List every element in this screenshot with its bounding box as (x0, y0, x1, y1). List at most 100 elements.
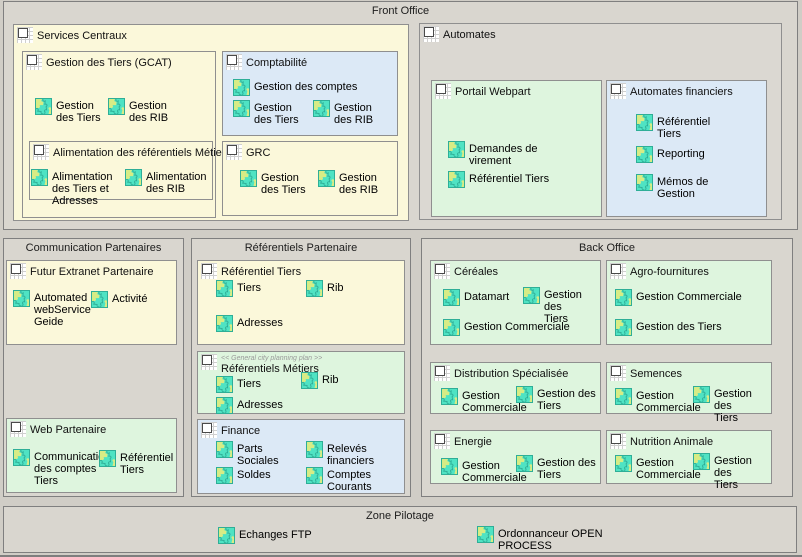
module-gestion-des-rib[interactable]: Gestion des RIB (318, 170, 378, 196)
package-grid-icon (201, 263, 217, 279)
box-title: Nutrition Animale (630, 433, 713, 448)
module-reporting[interactable]: Reporting (636, 146, 705, 163)
box-cereales[interactable]: Céréales Datamart Gestion des Tiers Gest… (430, 260, 601, 345)
puzzle-icon (443, 289, 460, 306)
box-alimentation-referentiels-metier[interactable]: Alimentation des référentiels Métier Ali… (29, 141, 213, 200)
module-comptes-courants[interactable]: Comptes Courants (306, 467, 372, 493)
module-referentiel-tiers[interactable]: Référentiel Tiers (99, 450, 173, 476)
box-services-centraux[interactable]: Services Centraux Gestion des Tiers (GCA… (13, 24, 409, 221)
package-grid-icon (33, 144, 49, 160)
box-portail-webpart[interactable]: Portail Webpart Demandes de virement Réf… (431, 80, 602, 217)
module-gestion-commerciale[interactable]: Gestion Commerciale (441, 458, 527, 484)
box-energie[interactable]: Energie Gestion Commerciale Gestion des … (430, 430, 601, 484)
puzzle-icon (477, 526, 494, 543)
module-releves-financiers[interactable]: Relevés financiers (306, 441, 374, 467)
group-back-office[interactable]: Back Office Céréales Datamart Gestion de… (421, 238, 793, 497)
module-rib[interactable]: Rib (301, 372, 339, 389)
module-adresses[interactable]: Adresses (216, 315, 283, 332)
module-gestion-des-tiers[interactable]: Gestion des Tiers (35, 98, 101, 124)
module-gestion-des-tiers[interactable]: Gestion des Tiers (233, 100, 299, 126)
box-finance[interactable]: Finance Parts Sociales Relevés financier… (197, 419, 405, 494)
module-tiers[interactable]: Tiers (216, 376, 261, 393)
group-referentiels-partenaire[interactable]: Référentiels Partenaire Référentiel Tier… (191, 238, 411, 497)
box-header: Alimentation des référentiels Métier (33, 144, 225, 160)
box-title: Semences (630, 365, 682, 380)
box-agro-fournitures[interactable]: Agro-fournitures Gestion Commerciale Ges… (606, 260, 772, 345)
package-grid-icon (434, 433, 450, 449)
group-title: Communication Partenaires (4, 242, 183, 254)
module-gestion-commerciale[interactable]: Gestion Commerciale (615, 455, 701, 481)
module-label: Adresses (237, 397, 283, 411)
module-label: Rib (327, 280, 344, 294)
group-communication-partenaires[interactable]: Communication Partenaires Futur Extranet… (3, 238, 184, 497)
group-front-office[interactable]: Front Office Services Centraux Gestion d… (3, 1, 798, 230)
module-gestion-des-tiers[interactable]: Gestion des Tiers (240, 170, 306, 196)
puzzle-icon (448, 141, 465, 158)
module-label: Référentiel Tiers (657, 114, 710, 140)
module-gestion-commerciale[interactable]: Gestion Commerciale (441, 388, 527, 414)
module-referentiel-tiers[interactable]: Référentiel Tiers (636, 114, 710, 140)
box-header: Web Partenaire (10, 421, 106, 437)
module-gestion-commerciale[interactable]: Gestion Commerciale (443, 319, 570, 336)
module-label: Adresses (237, 315, 283, 329)
module-alimentation-tiers-adresses[interactable]: Alimentation des Tiers et Adresses (31, 169, 113, 207)
box-title: Web Partenaire (30, 421, 106, 436)
box-referentiel-tiers[interactable]: Référentiel Tiers Tiers Rib Adresses (197, 260, 405, 345)
box-gcat[interactable]: Gestion des Tiers (GCAT) Gestion des Tie… (22, 51, 216, 218)
box-grc[interactable]: GRC Gestion des Tiers Gestion des RIB (222, 141, 398, 216)
module-tiers[interactable]: Tiers (216, 280, 261, 297)
module-label: Comptes Courants (327, 467, 372, 493)
module-adresses[interactable]: Adresses (216, 397, 283, 414)
box-semences[interactable]: Semences Gestion Commerciale Gestion des… (606, 362, 772, 414)
box-header: Futur Extranet Partenaire (10, 263, 154, 279)
module-gestion-des-tiers[interactable]: Gestion des Tiers (693, 453, 771, 491)
module-gestion-des-tiers[interactable]: Gestion des Tiers (516, 386, 596, 412)
module-echanges-ftp[interactable]: Echanges FTP (218, 527, 312, 544)
module-ordonnanceur-open-process[interactable]: Ordonnanceur OPEN PROCESS (477, 526, 603, 552)
module-label: Tiers (237, 376, 261, 390)
puzzle-icon (218, 527, 235, 544)
module-label: Alimentation des RIB (146, 169, 207, 195)
module-gestion-commerciale[interactable]: Gestion Commerciale (615, 388, 701, 414)
module-gestion-des-tiers[interactable]: Gestion des Tiers (516, 455, 596, 481)
package-grid-icon (226, 54, 242, 70)
box-automates-financiers[interactable]: Automates financiers Référentiel Tiers R… (606, 80, 767, 217)
box-distribution-specialisee[interactable]: Distribution Spécialisée Gestion Commerc… (430, 362, 601, 414)
box-automates[interactable]: Automates Portail Webpart Demandes de vi… (419, 23, 782, 220)
module-gestion-des-rib[interactable]: Gestion des RIB (313, 100, 373, 126)
module-rib[interactable]: Rib (306, 280, 344, 297)
module-communication-des-comptes-tiers[interactable]: Communication des comptes Tiers (13, 449, 110, 487)
module-label: Rib (322, 372, 339, 386)
module-demandes-de-virement[interactable]: Demandes de virement (448, 141, 538, 167)
box-futur-extranet-partenaire[interactable]: Futur Extranet Partenaire Automated webS… (6, 260, 177, 345)
puzzle-icon (615, 289, 632, 306)
box-web-partenaire[interactable]: Web Partenaire Communication des comptes… (6, 418, 177, 493)
module-gestion-des-comptes[interactable]: Gestion des comptes (233, 79, 357, 96)
puzzle-icon (636, 146, 653, 163)
group-zone-pilotage[interactable]: Zone Pilotage Echanges FTP Ordonnanceur … (3, 506, 797, 553)
module-label: Gestion des Tiers (714, 453, 771, 491)
module-automated-webservice-geide[interactable]: Automated webService Geide (13, 290, 91, 328)
module-label: Alimentation des Tiers et Adresses (52, 169, 113, 207)
box-nutrition-animale[interactable]: Nutrition Animale Gestion Commerciale Ge… (606, 430, 772, 484)
module-gestion-des-tiers[interactable]: Gestion des Tiers (693, 386, 771, 424)
puzzle-icon (615, 319, 632, 336)
module-gestion-des-rib[interactable]: Gestion des RIB (108, 98, 168, 124)
box-referentiels-metiers[interactable]: << General city planning plan >> Référen… (197, 351, 405, 414)
module-referentiel-tiers[interactable]: Référentiel Tiers (448, 171, 549, 188)
module-memos-de-gestion[interactable]: Mémos de Gestion (636, 174, 708, 200)
box-title: Céréales (454, 263, 498, 278)
box-title: GRC (246, 144, 270, 159)
module-datamart[interactable]: Datamart (443, 289, 509, 306)
module-soldes[interactable]: Soldes (216, 467, 271, 484)
package-grid-icon (423, 26, 439, 42)
module-activite[interactable]: Activité (91, 291, 147, 308)
puzzle-icon (91, 291, 108, 308)
module-gestion-commerciale[interactable]: Gestion Commerciale (615, 289, 742, 306)
city-planning-diagram: Front Office Services Centraux Gestion d… (0, 0, 802, 557)
module-alimentation-rib[interactable]: Alimentation des RIB (125, 169, 207, 195)
puzzle-icon (233, 79, 250, 96)
module-parts-sociales[interactable]: Parts Sociales (216, 441, 279, 467)
module-gestion-des-tiers[interactable]: Gestion des Tiers (615, 319, 722, 336)
box-comptabilite[interactable]: Comptabilité Gestion des comptes Gestion… (222, 51, 398, 136)
